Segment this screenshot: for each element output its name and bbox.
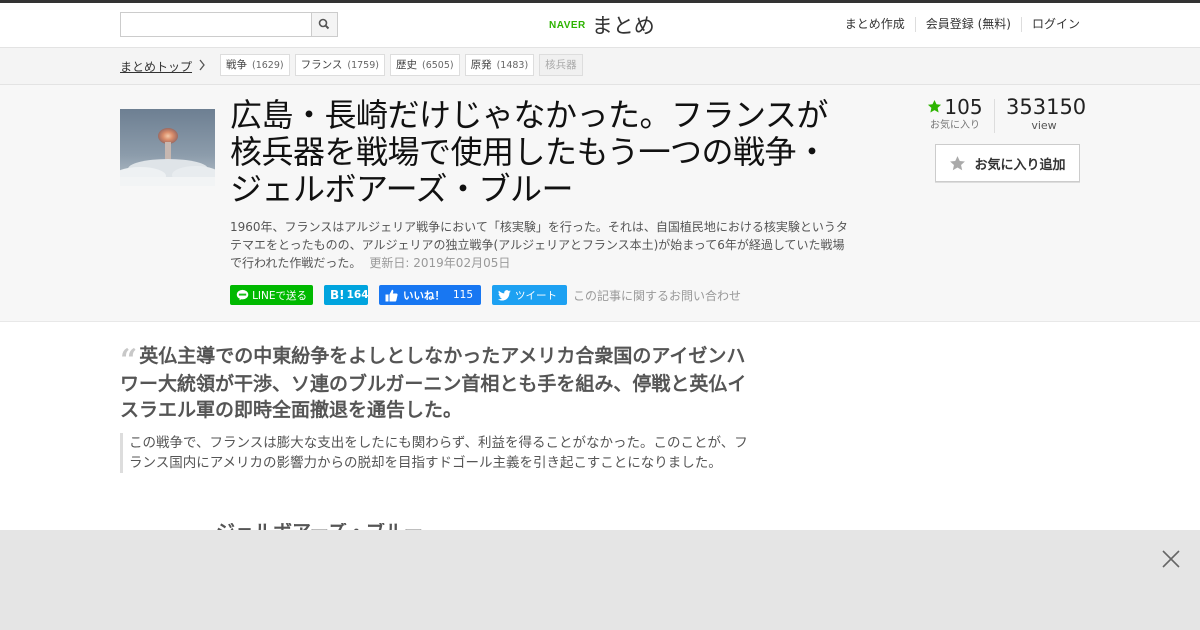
search-box: [120, 12, 338, 37]
article-header: 広島・長崎だけじゃなかった。フランスが核兵器を戦場で使用したもう一つの戦争・ジェ…: [0, 85, 1200, 322]
favorites-count: 105: [944, 95, 983, 119]
quote-block: “英仏主導での中東紛争をよしとしなかったアメリカ合衆国のアイゼンハワー大統領が干…: [120, 343, 750, 473]
quote-body: この戦争で、フランスは膨大な支出をしたにも関わらず、利益を得ることがなかった。こ…: [120, 433, 750, 473]
page-title: 広島・長崎だけじゃなかった。フランスが核兵器を戦場で使用したもう一つの戦争・ジェ…: [230, 96, 828, 208]
thumbs-up-icon: [385, 289, 398, 301]
tag-count: (1629): [252, 60, 284, 71]
tag-item[interactable]: 戦争 (1629): [220, 54, 290, 76]
tag-count: (1759): [347, 60, 379, 71]
line-icon: [236, 289, 249, 301]
tweet-label: ツイート: [515, 289, 557, 302]
tag-label: 戦争: [226, 59, 247, 71]
bottom-ad-overlay: [0, 530, 1200, 630]
site-header: NAVER まとめ まとめ作成 会員登録 (無料) ログイン: [0, 3, 1200, 48]
search-button[interactable]: [311, 13, 337, 36]
header-nav: まとめ作成 会員登録 (無料) ログイン: [835, 17, 1080, 32]
article-description: 1960年、フランスはアルジェリア戦争において「核実験」を行った。それは、自国植…: [230, 218, 850, 272]
twitter-bird-icon: [498, 289, 511, 301]
line-share-button[interactable]: LINEで送る: [230, 285, 313, 305]
chevron-right-icon: [199, 59, 205, 71]
logo-name: まとめ: [591, 14, 655, 38]
mushroom-cloud-image: [120, 109, 215, 186]
close-icon[interactable]: [1161, 549, 1181, 569]
inquiry-link[interactable]: この記事に関するお問い合わせ: [573, 287, 741, 304]
search-input[interactable]: [121, 13, 313, 36]
tag-label: 核兵器: [545, 59, 577, 71]
quote-heading: “英仏主導での中東紛争をよしとしなかったアメリカ合衆国のアイゼンハワー大統領が干…: [120, 343, 750, 423]
tag-label: フランス: [300, 59, 343, 71]
article-thumbnail[interactable]: [120, 109, 215, 186]
tag-item[interactable]: 原発 (1483): [464, 54, 535, 76]
tweet-button[interactable]: ツイート: [492, 285, 567, 305]
favorites-stat: 105 お気に入り: [920, 95, 990, 133]
views-stat: 353150 view: [1006, 95, 1087, 133]
hatena-bookmark-button[interactable]: B! 164: [324, 285, 369, 305]
search-icon: [318, 18, 330, 30]
tag-label: 原発: [470, 59, 492, 71]
facebook-like-button[interactable]: いいね！ 115: [379, 285, 481, 305]
tag-count: (1483): [496, 60, 529, 71]
views-count: 353150: [1006, 95, 1087, 119]
tag-count: (6505): [421, 60, 454, 71]
nav-login[interactable]: ログイン: [1020, 17, 1080, 32]
description-text: 1960年、フランスはアルジェリア戦争において「核実験」を行った。それは、自国植…: [230, 220, 848, 270]
nav-register[interactable]: 会員登録 (無料): [914, 17, 1021, 32]
add-favorite-button[interactable]: お気に入り追加: [935, 144, 1080, 182]
add-favorite-label: お気に入り追加: [974, 157, 1066, 173]
nav-create-matome[interactable]: まとめ作成: [835, 17, 915, 32]
tag-item[interactable]: フランス (1759): [294, 54, 385, 76]
star-icon: [928, 99, 942, 113]
tag-item-current: 核兵器: [539, 54, 583, 76]
share-bar: LINEで送る B! 164 いいね！ 115 ツイート この記事に関するお問い…: [230, 285, 741, 305]
favorites-label: お気に入り: [930, 120, 980, 131]
line-share-label: LINEで送る: [252, 289, 307, 302]
hatena-icon: B!: [330, 288, 345, 302]
breadcrumb: まとめトップ 戦争 (1629) フランス (1759) 歴史 (6505) 原発 (1…: [0, 48, 1200, 85]
tag-label: 歴史: [395, 59, 417, 71]
quote-heading-text: 英仏主導での中東紛争をよしとしなかったアメリカ合衆国のアイゼンハワー大統領が干渉…: [120, 345, 747, 421]
like-count: 115: [453, 289, 474, 301]
site-logo[interactable]: NAVER まとめ: [549, 11, 655, 39]
stats-divider: [994, 99, 995, 133]
favorites-count-row: 105: [920, 95, 990, 119]
article-stats: 105 お気に入り 353150 view: [920, 95, 1087, 135]
hatena-count: 164: [346, 289, 369, 301]
tag-item[interactable]: 歴史 (6505): [389, 54, 460, 76]
tag-list: 戦争 (1629) フランス (1759) 歴史 (6505) 原発 (1483) 核兵…: [220, 54, 583, 76]
logo-brand: NAVER: [549, 19, 586, 31]
breadcrumb-home-link[interactable]: まとめトップ: [120, 58, 192, 75]
updated-date: 更新日: 2019年02月05日: [369, 256, 511, 270]
star-icon: [950, 155, 966, 170]
views-label: view: [1031, 119, 1057, 132]
like-label: いいね！: [403, 289, 445, 302]
